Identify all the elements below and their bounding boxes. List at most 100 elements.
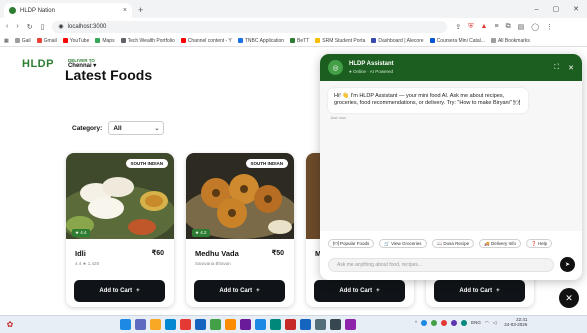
tray-app-icon[interactable] bbox=[441, 319, 448, 326]
bookmark-item[interactable]: Maps bbox=[95, 37, 115, 44]
chip-popular-foods[interactable]: 🍽 Popular Foods bbox=[328, 239, 375, 248]
reading-list-icon[interactable]: ≡ bbox=[494, 23, 498, 31]
tray-app-icon[interactable] bbox=[421, 319, 428, 326]
menu-icon[interactable]: ⋮ bbox=[546, 23, 553, 31]
new-tab-button[interactable]: + bbox=[138, 3, 143, 18]
taskbar-app-icon[interactable] bbox=[300, 319, 311, 330]
expand-chat-icon[interactable]: ⛶ bbox=[554, 64, 559, 72]
chip-help[interactable]: ❓ Help bbox=[526, 239, 553, 248]
taskbar-app-icon[interactable] bbox=[120, 319, 131, 330]
taskbar-app-icon[interactable] bbox=[210, 319, 221, 330]
bookmark-item[interactable]: Gmail bbox=[36, 37, 57, 44]
profile-icon[interactable]: ◯ bbox=[531, 23, 539, 31]
taskbar-app-icon[interactable] bbox=[225, 319, 236, 330]
tray-app-icon[interactable] bbox=[431, 319, 438, 326]
back-icon[interactable]: ‹ bbox=[6, 23, 8, 30]
warning-icon[interactable]: ▲ bbox=[481, 23, 488, 31]
bookmark-item[interactable]: All Bookmarks bbox=[490, 38, 530, 44]
send-button[interactable]: ➤ bbox=[560, 257, 575, 272]
browser-tab[interactable]: HLDP Nation × bbox=[4, 3, 132, 18]
extensions-icon[interactable]: ⧉ bbox=[506, 23, 511, 31]
taskbar-app-icon[interactable] bbox=[240, 319, 251, 330]
food-card-idli[interactable]: SOUTH INDIAN ★ 4.4 Idli ₹60 4.4 ★ 1,428 … bbox=[66, 153, 174, 307]
add-to-cart-button[interactable]: Add to Cart + bbox=[434, 280, 525, 302]
bookmark-label: Tech Wealth Portfolio bbox=[127, 37, 175, 44]
apps-grid-icon[interactable]: ▦ bbox=[4, 38, 9, 44]
minimize-button[interactable]: – bbox=[535, 6, 539, 13]
category-select[interactable]: All ⌄ bbox=[108, 121, 165, 135]
chip-dosa-recipe[interactable]: 📖 Dosa Recipe bbox=[431, 239, 475, 248]
bookmark-item[interactable]: SRM Student Porta bbox=[315, 38, 365, 44]
bookmark-item[interactable]: Gail bbox=[14, 37, 31, 44]
taskbar-app-icon[interactable] bbox=[135, 319, 146, 330]
food-price: ₹60 bbox=[151, 250, 164, 257]
taskbar-app-icon[interactable] bbox=[165, 319, 176, 330]
add-to-cart-button[interactable]: Add to Cart + bbox=[74, 280, 165, 302]
chip-view-groceries[interactable]: 🛒 View Groceries bbox=[379, 239, 427, 248]
bookmark-item[interactable]: Channel content - Y bbox=[180, 38, 232, 44]
site-logo[interactable]: HLDP bbox=[22, 58, 54, 70]
taskbar-app-icon[interactable] bbox=[270, 319, 281, 330]
add-to-cart-button[interactable]: Add to Cart + bbox=[314, 280, 405, 302]
food-price: ₹50 bbox=[271, 250, 284, 257]
bookmark-favicon-icon bbox=[62, 38, 68, 43]
chat-title: HLDP Assistant bbox=[349, 61, 394, 68]
bookmark-label: Gail bbox=[21, 37, 31, 44]
bookmark-item[interactable]: BeTT bbox=[290, 38, 309, 44]
taskbar-app-icon[interactable] bbox=[195, 319, 206, 330]
site-info-icon[interactable]: ◉ bbox=[58, 23, 63, 30]
chat-assistant-panel: ◎ HLDP Assistant ● Online · AI Powered ⛶… bbox=[320, 54, 582, 280]
reload-icon[interactable]: ↻ bbox=[27, 23, 33, 31]
bookmark-item[interactable]: Tech Wealth Portfolio bbox=[120, 37, 175, 44]
bookmark-label: Maps bbox=[102, 37, 115, 44]
bookmark-favicon-icon bbox=[315, 38, 321, 43]
tab-close-icon[interactable]: × bbox=[123, 7, 127, 14]
taskbar-app-icon[interactable] bbox=[180, 319, 191, 330]
add-to-cart-label: Add to Cart bbox=[459, 288, 493, 294]
share-icon[interactable]: ⇪ bbox=[455, 23, 461, 31]
url-input[interactable]: ◉ localhost:3000 bbox=[52, 20, 448, 33]
add-to-cart-label: Add to Cart bbox=[339, 288, 373, 294]
cuisine-badge: SOUTH INDIAN bbox=[245, 159, 288, 168]
forward-icon[interactable]: › bbox=[16, 23, 18, 30]
bookmark-label: Gmail bbox=[43, 37, 57, 44]
taskbar-app-icon[interactable] bbox=[345, 319, 356, 330]
bookmark-label: TNBC Application bbox=[244, 37, 285, 44]
tray-app-icon[interactable] bbox=[451, 319, 458, 326]
bookmark-label: Dashboard | Alecore bbox=[378, 37, 424, 44]
taskbar-app-icon[interactable] bbox=[285, 319, 296, 330]
chat-input[interactable]: Ask me anything about food, recipes... bbox=[328, 258, 554, 272]
widgets-icon[interactable]: ✿ bbox=[0, 320, 20, 329]
bookmark-item[interactable]: YouTube bbox=[62, 38, 89, 44]
tray-app-icon[interactable] bbox=[461, 319, 468, 326]
bookmark-label: BeTT bbox=[297, 37, 310, 44]
taskbar-app-icon[interactable] bbox=[255, 319, 266, 330]
chip-delivery-info[interactable]: 🚚 Delivery Info bbox=[479, 239, 522, 248]
close-window-button[interactable]: ✕ bbox=[573, 5, 579, 13]
sidepanel-icon[interactable]: ▤ bbox=[518, 23, 525, 31]
taskbar-app-icon[interactable] bbox=[315, 319, 326, 330]
bookmark-favicon-icon bbox=[36, 38, 42, 43]
bookmark-item[interactable]: Coursera Mini Catal... bbox=[429, 38, 485, 44]
tray-expand-icon[interactable]: ^ bbox=[415, 320, 417, 325]
wifi-icon[interactable]: ◠ bbox=[485, 320, 489, 326]
taskbar-app-icon[interactable] bbox=[150, 319, 161, 330]
food-subtitle: Saravana Bhavan bbox=[195, 261, 231, 266]
close-chat-icon[interactable]: ✕ bbox=[568, 64, 574, 72]
clock[interactable]: 22:41 24-03-2026 bbox=[504, 317, 527, 328]
food-card-medhu-vada[interactable]: SOUTH INDIAN ★ 4.2 Medhu Vada ₹50 Sarava… bbox=[186, 153, 294, 307]
language-indicator[interactable]: ENG bbox=[471, 320, 481, 325]
bookmark-item[interactable]: TNBC Application bbox=[237, 37, 285, 44]
page-icon: ▯ bbox=[40, 23, 45, 31]
add-to-cart-button[interactable]: Add to Cart + bbox=[194, 280, 285, 302]
chevron-down-icon: ⌄ bbox=[154, 125, 160, 132]
taskbar-app-icon[interactable] bbox=[330, 319, 341, 330]
category-filter: Category: All ⌄ bbox=[72, 121, 165, 135]
volume-icon[interactable]: ◁ bbox=[493, 320, 496, 326]
close-chat-fab-button[interactable]: ✕ bbox=[559, 288, 579, 308]
shield-icon[interactable]: ⛨ bbox=[468, 23, 473, 31]
maximize-button[interactable]: ▢ bbox=[553, 5, 560, 13]
browser-tab-bar: HLDP Nation × + – ▢ ✕ bbox=[0, 0, 587, 18]
bookmark-item[interactable]: Dashboard | Alecore bbox=[371, 37, 424, 44]
plus-icon: + bbox=[376, 288, 380, 294]
